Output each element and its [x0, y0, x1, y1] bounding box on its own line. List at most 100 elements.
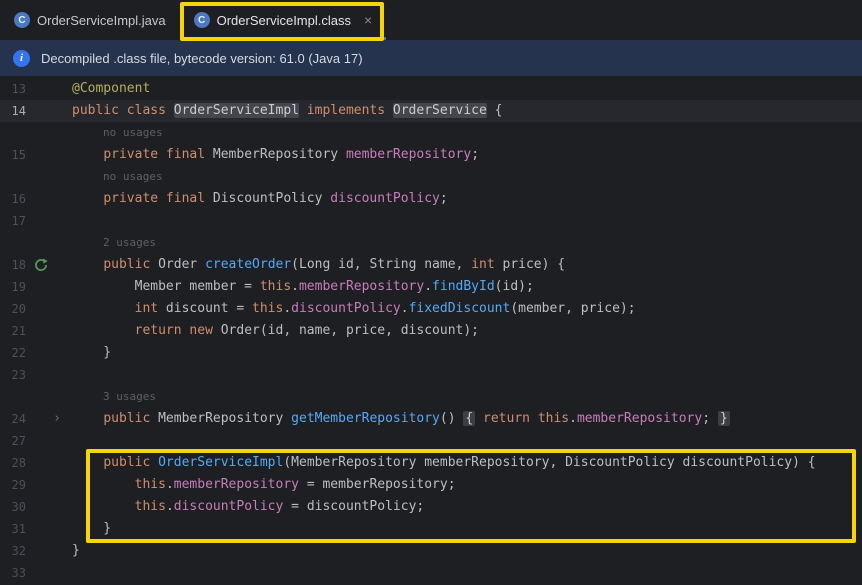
code-text[interactable] [64, 364, 72, 386]
gutter: 31 [0, 518, 64, 540]
line-number: 13 [11, 82, 26, 96]
java-class-icon: C [193, 12, 210, 28]
gutter-icon-slot [26, 78, 64, 100]
code-text[interactable]: private final MemberRepository memberRep… [64, 144, 479, 166]
gutter: 16 [0, 188, 64, 210]
gutter-icon-slot [26, 518, 64, 540]
code-row[interactable]: 18 public Order createOrder(Long id, Str… [0, 254, 862, 276]
code-row[interactable]: 28 public OrderServiceImpl(MemberReposit… [0, 452, 862, 474]
line-number: 32 [11, 544, 26, 558]
line-number [0, 386, 26, 408]
code-row[interactable]: 32} [0, 540, 862, 562]
inlay-row[interactable]: no usages [0, 166, 862, 188]
gutter-icon-slot [26, 232, 64, 254]
code-text[interactable]: Member member = this.memberRepository.fi… [64, 276, 534, 298]
gutter-icon-slot [26, 210, 64, 232]
code-row[interactable]: 31 } [0, 518, 862, 540]
tab-orderserviceimpl-class[interactable]: C OrderServiceImpl.class × [179, 0, 387, 40]
gutter: 13 [0, 78, 64, 100]
code-text[interactable]: 3 usages [64, 386, 156, 408]
code-text[interactable]: 2 usages [64, 232, 156, 254]
gutter-icon-slot [26, 188, 64, 210]
code-row[interactable]: 20 int discount = this.discountPolicy.fi… [0, 298, 862, 320]
code-text[interactable]: this.discountPolicy = discountPolicy; [64, 496, 425, 518]
gutter-icon-slot [26, 298, 64, 320]
line-number: 21 [11, 324, 26, 338]
code-row[interactable]: 15 private final MemberRepository member… [0, 144, 862, 166]
gutter: 23 [0, 364, 64, 386]
line-number: 27 [11, 434, 26, 448]
gutter: 18 [0, 254, 64, 276]
line-number [0, 166, 26, 188]
gutter: 27 [0, 430, 64, 452]
code-text[interactable]: public Order createOrder(Long id, String… [64, 254, 565, 276]
code-row[interactable]: 17 [0, 210, 862, 232]
code-text[interactable]: } [64, 540, 80, 562]
gutter [0, 386, 64, 408]
code-row[interactable]: 22 } [0, 342, 862, 364]
code-row[interactable]: 27 [0, 430, 862, 452]
gutter-icon-slot [26, 364, 64, 386]
code-text[interactable]: this.memberRepository = memberRepository… [64, 474, 456, 496]
code-row[interactable]: 19 Member member = this.memberRepository… [0, 276, 862, 298]
code-text[interactable]: } [64, 518, 111, 540]
code-text[interactable] [64, 430, 72, 452]
tab-label: OrderServiceImpl.class [216, 12, 351, 28]
gutter-icon-slot [26, 122, 64, 144]
usages-inlay-hint[interactable]: no usages [103, 126, 163, 139]
usages-inlay-hint[interactable]: no usages [103, 170, 163, 183]
gutter-icon-slot [26, 430, 64, 452]
code-row[interactable]: 29 this.memberRepository = memberReposit… [0, 474, 862, 496]
code-row[interactable]: 33 [0, 562, 862, 584]
code-row[interactable]: 13 @Component [0, 78, 862, 100]
usages-inlay-hint[interactable]: 3 usages [103, 390, 156, 403]
code-text[interactable] [64, 562, 72, 584]
line-number: 24 [11, 412, 26, 426]
code-text[interactable]: int discount = this.discountPolicy.fixed… [64, 298, 636, 320]
line-number: 20 [11, 302, 26, 316]
line-number: 15 [11, 148, 26, 162]
code-row[interactable]: 24 › public MemberRepository getMemberRep… [0, 408, 862, 430]
inlay-row[interactable]: 3 usages [0, 386, 862, 408]
code-text[interactable]: public MemberRepository getMemberReposit… [64, 408, 730, 430]
usages-inlay-hint[interactable]: 2 usages [103, 236, 156, 249]
code-text[interactable]: private final DiscountPolicy discountPol… [64, 188, 447, 210]
code-text[interactable]: } [64, 342, 111, 364]
code-text[interactable]: public OrderServiceImpl(MemberRepository… [64, 452, 815, 474]
code-row[interactable]: 30 this.discountPolicy = discountPolicy; [0, 496, 862, 518]
code-row[interactable]: 16 private final DiscountPolicy discount… [0, 188, 862, 210]
code-text[interactable]: return new Order(id, name, price, discou… [64, 320, 479, 342]
gutter: 30 [0, 496, 64, 518]
gutter-icon-slot [26, 540, 64, 562]
code-text[interactable]: @Component [64, 78, 150, 100]
close-icon[interactable]: × [364, 13, 372, 27]
line-number: 28 [11, 456, 26, 470]
line-number: 31 [11, 522, 26, 536]
code-row[interactable]: 23 [0, 364, 862, 386]
code-text[interactable]: no usages [64, 122, 163, 144]
decompiled-class-banner: i Decompiled .class file, bytecode versi… [0, 40, 862, 76]
java-class-icon: C [14, 12, 30, 28]
editor-tab-bar: C OrderServiceImpl.java C OrderServiceIm… [0, 0, 862, 40]
gutter-icon-slot [26, 342, 64, 364]
gutter: 15 [0, 144, 64, 166]
fold-arrow-icon[interactable]: › [53, 408, 61, 430]
gutter: 29 [0, 474, 64, 496]
gutter-icon-slot [26, 496, 64, 518]
tab-orderserviceimpl-java[interactable]: C OrderServiceImpl.java [0, 0, 180, 40]
code-editor[interactable]: 13 @Component 14 public class OrderServiceI… [0, 76, 862, 585]
code-text[interactable]: no usages [64, 166, 163, 188]
code-row[interactable]: 21 return new Order(id, name, price, dis… [0, 320, 862, 342]
gutter-icon-slot [26, 166, 64, 188]
gutter [0, 166, 64, 188]
run-recompile-icon[interactable] [34, 258, 48, 272]
inlay-row[interactable]: 2 usages [0, 232, 862, 254]
line-number: 16 [11, 192, 26, 206]
inlay-row[interactable]: no usages [0, 122, 862, 144]
line-number [0, 232, 26, 254]
gutter: 22 [0, 342, 64, 364]
gutter-icon-slot [26, 562, 64, 584]
code-row[interactable]: 14 public class OrderServiceImpl implemen… [0, 100, 862, 122]
code-text[interactable]: public class OrderServiceImpl implements… [64, 100, 502, 122]
code-text[interactable] [64, 210, 72, 232]
